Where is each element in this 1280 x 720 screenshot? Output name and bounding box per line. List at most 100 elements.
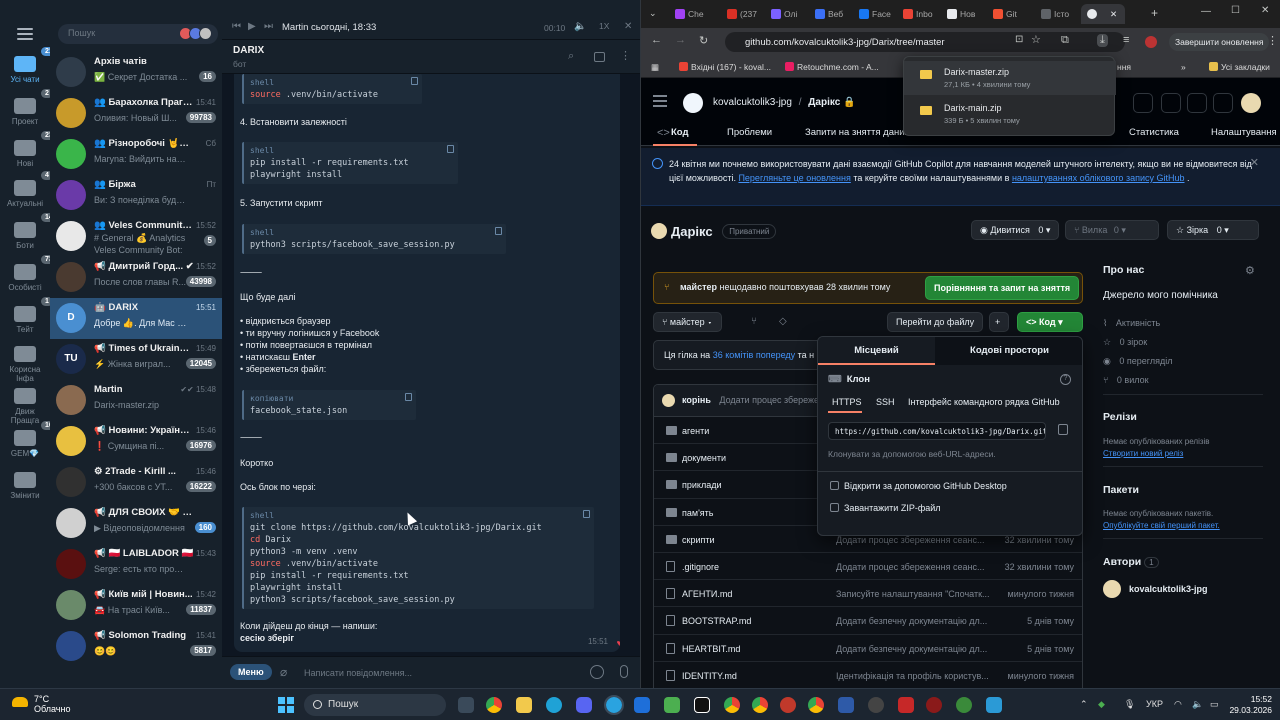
file-row[interactable]: BOOTSTRAP.md Додати безпечну документацію… — [654, 607, 1082, 635]
weather-widget[interactable]: 7°C Облачно — [34, 694, 70, 714]
owner-link[interactable]: kovalcuktolik3-jpg — [713, 97, 792, 108]
chat-item[interactable]: 👥 Veles Community ... 15:52 # General 💰 An… — [50, 216, 222, 257]
chat-item[interactable]: 📢 ДЛЯ СВОИХ 🤝 Д... ▶ Відеоповідомлення 160 — [50, 503, 222, 544]
file-commit-message[interactable]: Записуйте налаштування "Спочатк... — [836, 589, 996, 599]
file-row[interactable]: HEARTBIT.md Додати безпечну документацію … — [654, 635, 1082, 662]
copy-icon[interactable] — [447, 145, 454, 153]
task-view-icon[interactable] — [458, 697, 474, 713]
app-icon[interactable] — [898, 697, 914, 713]
folder-8[interactable]: Движ Пращга — [0, 388, 50, 425]
browser-tab[interactable]: (237 — [721, 4, 763, 24]
taskbar-search[interactable]: Пошук — [304, 694, 446, 716]
chat-item[interactable]: 📢 Solomon Trading 15:41 😊😊 5817 — [50, 626, 222, 667]
app-icon[interactable] — [926, 697, 942, 713]
author-avatar[interactable] — [1103, 580, 1121, 598]
browser-tab[interactable]: Істо — [1035, 4, 1077, 24]
tray-overflow-icon[interactable]: ⌃ — [1080, 699, 1088, 710]
file-name[interactable]: документи — [682, 453, 726, 463]
tab-codespaces[interactable]: Кодові простори — [935, 337, 1082, 365]
tags-icon[interactable]: ◇ — [779, 316, 787, 327]
conversation-name[interactable]: DARIX — [233, 45, 264, 56]
chat-item[interactable]: 📢 Дмитрий Горд... ✔ 15:52 После слов главы… — [50, 257, 222, 298]
file-commit-message[interactable]: Додати безпечну документацію дл... — [836, 644, 996, 654]
packages-title[interactable]: Пакети — [1103, 484, 1139, 496]
file-name[interactable]: АГЕНТИ.md — [682, 589, 732, 599]
folder-0[interactable]: 214 Усі чати — [0, 47, 61, 84]
clock[interactable]: 15:52 29.03.2026 — [1228, 694, 1272, 716]
app-icon[interactable] — [868, 697, 884, 713]
copy-url-icon[interactable] — [1058, 424, 1068, 435]
browser-tab[interactable]: Git — [987, 4, 1029, 24]
search-input[interactable]: Пошук — [58, 24, 218, 44]
commits-ahead-link[interactable]: 36 комітів попереду — [713, 350, 795, 360]
protocol-cli[interactable]: Інтерфейс командного рядка GitHub — [908, 397, 1060, 407]
file-name[interactable]: скрипти — [682, 535, 715, 545]
file-row[interactable]: .gitignore Додати процес збереження сеанс… — [654, 553, 1082, 581]
chat-item[interactable]: 📢 Київ мій | Новин... 15:42 🚘 На трасі Киї… — [50, 585, 222, 626]
chat-item[interactable]: 📢 🇵🇱 LAIBLADOR 🇵🇱 15:43 Serge: есть кто пр… — [50, 544, 222, 585]
watchers-link[interactable]: ◉ 0 перегляділ — [1103, 356, 1172, 367]
close-banner-icon[interactable]: ✕ — [1250, 156, 1259, 170]
help-icon[interactable]: ? — [1060, 374, 1071, 385]
download-zip-option[interactable]: Завантажити ZIP-файл — [830, 503, 941, 513]
chrome-taskbar-icon[interactable] — [486, 697, 502, 713]
chrome-profile-icon[interactable] — [752, 697, 768, 713]
tab-list-icon[interactable]: ⌄ — [649, 8, 657, 19]
volume-icon[interactable]: 🔈 — [1192, 699, 1203, 710]
code-dropdown-button[interactable]: <> Код ▾ — [1017, 312, 1083, 332]
tray-app-icon[interactable]: ◆ — [1098, 699, 1105, 710]
file-name[interactable]: .gitignore — [682, 562, 719, 572]
close-window-icon[interactable]: ✕ — [1261, 5, 1269, 16]
more-icon[interactable]: ⋮ — [620, 49, 631, 62]
file-commit-message[interactable]: Ідентифікація та профіль користув... — [836, 671, 996, 681]
folder-10[interactable]: Змінити — [0, 472, 50, 500]
file-commit-message[interactable]: Додати процес збереження сеанс... — [836, 535, 996, 545]
maximize-icon[interactable]: ☐ — [1231, 5, 1240, 16]
chat-item[interactable]: 👥 Біржа Пт Ви: З понеділка буду то... — [50, 175, 222, 216]
message-input[interactable]: Написати повідомлення... — [304, 668, 412, 678]
close-media-icon[interactable]: ✕ — [624, 21, 632, 32]
releases-title[interactable]: Релізи — [1103, 411, 1137, 423]
browser-tab[interactable]: ✕ — [1081, 4, 1125, 24]
tab-pulls[interactable]: Запити на зняття даних — [805, 127, 909, 138]
browser-tab[interactable]: Веб — [809, 4, 851, 24]
fork-button[interactable]: ⑂ Вилка 0 ▾ — [1065, 220, 1159, 240]
app-icon[interactable] — [634, 697, 650, 713]
app-icon[interactable] — [956, 697, 972, 713]
folder-1[interactable]: 2 Проект — [0, 89, 53, 126]
file-name[interactable]: приклади — [682, 480, 721, 490]
next-icon[interactable]: ⏭ — [264, 21, 273, 32]
extensions-icon[interactable]: ⧉ — [1061, 34, 1069, 47]
chat-item[interactable]: Martin ✔✔ 15:48 Darix-master.zip — [50, 380, 222, 421]
chat-item[interactable]: ⚙ 2Trade - Kirill ... 15:46 +300 баксов с … — [50, 462, 222, 503]
copy-icon[interactable] — [411, 77, 418, 85]
banner-link-settings[interactable]: налаштуваннях облікового запису GitHub — [1012, 173, 1185, 183]
file-row[interactable]: АГЕНТИ.md Записуйте налаштування "Спочатк… — [654, 580, 1082, 608]
explorer-icon[interactable] — [516, 697, 532, 713]
folder-3[interactable]: 4 Актуальні — [0, 171, 53, 208]
play-icon[interactable]: ▶ — [248, 21, 256, 32]
branch-select[interactable]: ⑂ майстер ▾ — [653, 312, 722, 332]
menu-button[interactable]: Меню — [230, 664, 272, 680]
discord-icon[interactable] — [576, 697, 592, 713]
protocol-ssh[interactable]: SSH — [876, 397, 895, 407]
file-name[interactable]: BOOTSTRAP.md — [682, 616, 751, 626]
edge-icon[interactable] — [546, 697, 562, 713]
user-avatar[interactable] — [1241, 93, 1261, 113]
chat-item[interactable]: TU 📢 Times of Ukraine:... 15:49 ⚡ Жінка виг… — [50, 339, 222, 380]
publish-package-link[interactable]: Опублікуйте свій перший пакет. — [1103, 521, 1220, 530]
reading-list-icon[interactable]: ≡ — [1123, 34, 1129, 46]
apps-icon[interactable]: ▦ — [651, 62, 659, 73]
file-name[interactable]: пам'ять — [682, 508, 713, 518]
update-button[interactable]: Завершити оновлення — [1169, 33, 1270, 51]
bookmark-gmail[interactable]: Вхідні (167) - koval... — [679, 62, 771, 72]
speed-button[interactable]: 1X — [599, 21, 609, 31]
emoji-icon[interactable] — [590, 665, 604, 679]
file-commit-message[interactable]: Додати процес збереження сеанс... — [836, 562, 996, 572]
stars-link[interactable]: ☆ 0 зірок — [1103, 337, 1147, 348]
reload-icon[interactable]: ↻ — [699, 34, 708, 47]
close-tab-icon[interactable]: ✕ — [1110, 9, 1117, 19]
file-name[interactable]: агенти — [682, 426, 709, 436]
microphone-icon[interactable] — [620, 665, 628, 678]
battery-icon[interactable]: ▭ — [1210, 699, 1219, 710]
